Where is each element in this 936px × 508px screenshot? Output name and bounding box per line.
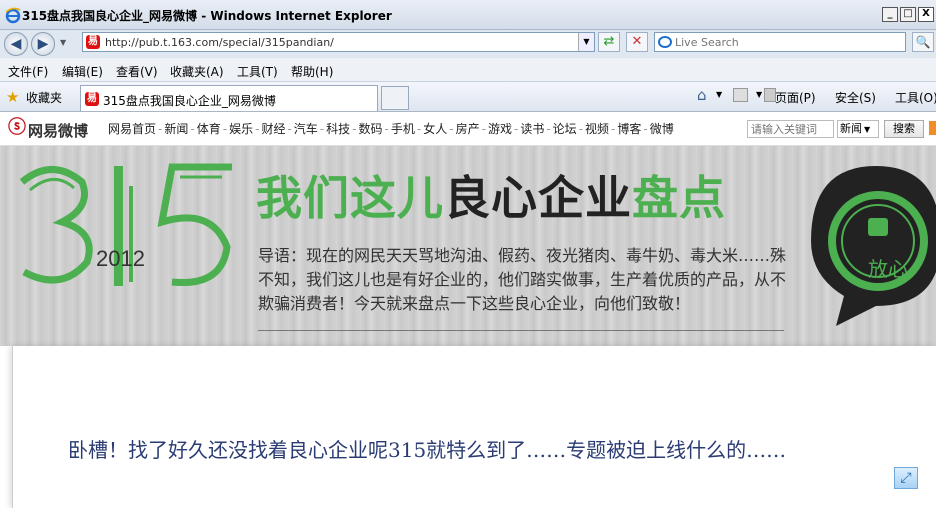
menu-tools[interactable]: 工具(T)	[237, 63, 278, 80]
site-search-category-value: 新闻	[840, 122, 862, 135]
tab-label: 315盘点我国良心企业_网易微博	[103, 94, 276, 108]
nav-link[interactable]: 女人	[423, 122, 447, 136]
nav-link[interactable]: 游戏	[488, 122, 512, 136]
expand-icon[interactable]: ⤢	[894, 467, 918, 489]
headline-part2: 良心企业	[444, 171, 632, 225]
site-favicon-icon: 易	[86, 35, 100, 49]
nav-separator: -	[578, 122, 584, 136]
site-search-category-select[interactable]: 新闻 ▼	[837, 120, 879, 138]
menu-view[interactable]: 查看(V)	[116, 63, 158, 80]
live-search-icon	[658, 36, 672, 48]
nav-separator: -	[255, 122, 260, 136]
nav-separator: -	[352, 122, 357, 136]
live-search-input[interactable]	[675, 34, 901, 50]
nav-link[interactable]: 房产	[456, 122, 480, 136]
address-url[interactable]: http://pub.t.163.com/special/315pandian/	[105, 36, 334, 49]
safety-menu[interactable]: 安全(S)	[835, 89, 876, 106]
new-tab-button[interactable]	[381, 86, 409, 110]
banner-headline: 我们这儿良心企业盘点	[256, 162, 726, 228]
nav-link[interactable]: 财经	[261, 122, 285, 136]
feeds-dropdown-icon[interactable]: ▼	[756, 90, 762, 99]
back-button[interactable]: ◀	[4, 32, 28, 56]
nav-edge-icon	[929, 121, 936, 135]
netease-logo-icon: ⓢ	[8, 117, 26, 138]
nav-separator: -	[513, 122, 519, 136]
history-dropdown-icon[interactable]: ▼	[60, 38, 66, 47]
nav-link[interactable]: 体育	[197, 122, 221, 136]
nav-separator: -	[611, 122, 616, 136]
nav-link[interactable]: 科技	[326, 122, 350, 136]
maximize-button[interactable]: □	[900, 7, 916, 22]
nav-separator: -	[449, 122, 454, 136]
favorites-star-icon[interactable]: ★	[6, 88, 19, 106]
nav-link[interactable]: 视频	[585, 122, 609, 136]
nav-separator: -	[546, 122, 551, 136]
window-title: 315盘点我国良心企业_网易微博 - Windows Internet Expl…	[22, 9, 392, 23]
browser-tab[interactable]: 易 315盘点我国良心企业_网易微博	[80, 85, 378, 111]
nav-separator: -	[222, 122, 228, 136]
site-search-button[interactable]: 搜索	[884, 120, 924, 138]
badge-text: 放心	[868, 257, 908, 281]
feeds-icon[interactable]	[733, 88, 748, 102]
content-area	[12, 346, 936, 508]
window-titlebar: 315盘点我国良心企业_网易微博 - Windows Internet Expl…	[0, 0, 936, 30]
nav-separator: -	[643, 122, 648, 136]
nav-separator: -	[287, 122, 292, 136]
headline-part3: 盘点	[632, 171, 726, 225]
banner-year: 2012	[96, 246, 145, 271]
stop-button[interactable]: ✕	[626, 32, 648, 52]
live-search-box[interactable]	[654, 32, 906, 52]
nav-link[interactable]: 读书	[520, 122, 544, 136]
favorites-button[interactable]: 收藏夹	[26, 89, 62, 106]
nav-separator: -	[384, 122, 389, 136]
trust-badge-icon	[811, 166, 936, 326]
logo-text: 网易微博	[28, 122, 89, 140]
nav-link[interactable]: 论坛	[553, 122, 577, 136]
nav-link[interactable]: 手机	[391, 122, 415, 136]
forward-button[interactable]: ▶	[31, 32, 55, 56]
menu-favorites[interactable]: 收藏夹(A)	[170, 63, 224, 80]
address-bar[interactable]: 易 http://pub.t.163.com/special/315pandia…	[82, 32, 595, 52]
tab-favicon-icon: 易	[85, 92, 99, 106]
refresh-button[interactable]: ⇄	[598, 32, 620, 52]
menu-help[interactable]: 帮助(H)	[291, 63, 333, 80]
nav-separator: -	[481, 122, 486, 136]
nav-separator: -	[319, 122, 325, 136]
nav-link[interactable]: 网易首页	[108, 122, 156, 136]
menu-file[interactable]: 文件(F)	[8, 63, 48, 80]
nav-link[interactable]: 新闻	[164, 122, 188, 136]
search-go-button[interactable]: 🔍	[912, 32, 934, 52]
nav-separator: -	[190, 122, 195, 136]
nav-link[interactable]: 数码	[359, 122, 383, 136]
content-line: 卧槽！找了好久还没找着良心企业呢315就特么到了……专题被迫上线什么的……	[68, 438, 787, 462]
netease-weibo-logo[interactable]: ⓢ 网易微博	[8, 117, 98, 141]
banner-intro: 导语：现在的网民天天骂地沟油、假药、夜光猪肉、毒牛奶、毒大米……殊不知，我们这儿…	[258, 246, 787, 313]
minimize-button[interactable]: _	[882, 7, 898, 22]
home-icon[interactable]: ⌂	[697, 86, 707, 104]
close-button[interactable]: X	[918, 7, 934, 22]
menu-edit[interactable]: 编辑(E)	[62, 63, 103, 80]
page-menu[interactable]: 页面(P)	[775, 89, 816, 106]
address-dropdown-icon[interactable]: ▼	[578, 33, 594, 51]
nav-separator: -	[416, 122, 422, 136]
site-search-input[interactable]	[747, 120, 834, 138]
nav-link[interactable]: 汽车	[294, 122, 318, 136]
nav-separator: -	[158, 122, 163, 136]
intro-divider	[258, 330, 784, 331]
ie-logo-icon	[5, 7, 21, 24]
nav-link[interactable]: 博客	[617, 122, 641, 136]
home-dropdown-icon[interactable]: ▼	[716, 90, 722, 99]
nav-link[interactable]: 微博	[650, 122, 674, 136]
headline-part1: 我们这儿	[256, 171, 444, 225]
tools-menu[interactable]: 工具(O)	[895, 89, 936, 106]
select-arrow-icon: ▼	[864, 125, 871, 134]
nav-link[interactable]: 娱乐	[229, 122, 253, 136]
site-nav-links: 网易首页 - 新闻 - 体育 - 娱乐 - 财经 - 汽车 - 科技 - 数码 - 手机 - 女人 - 房产 - 游戏 - 读书…	[108, 120, 674, 137]
